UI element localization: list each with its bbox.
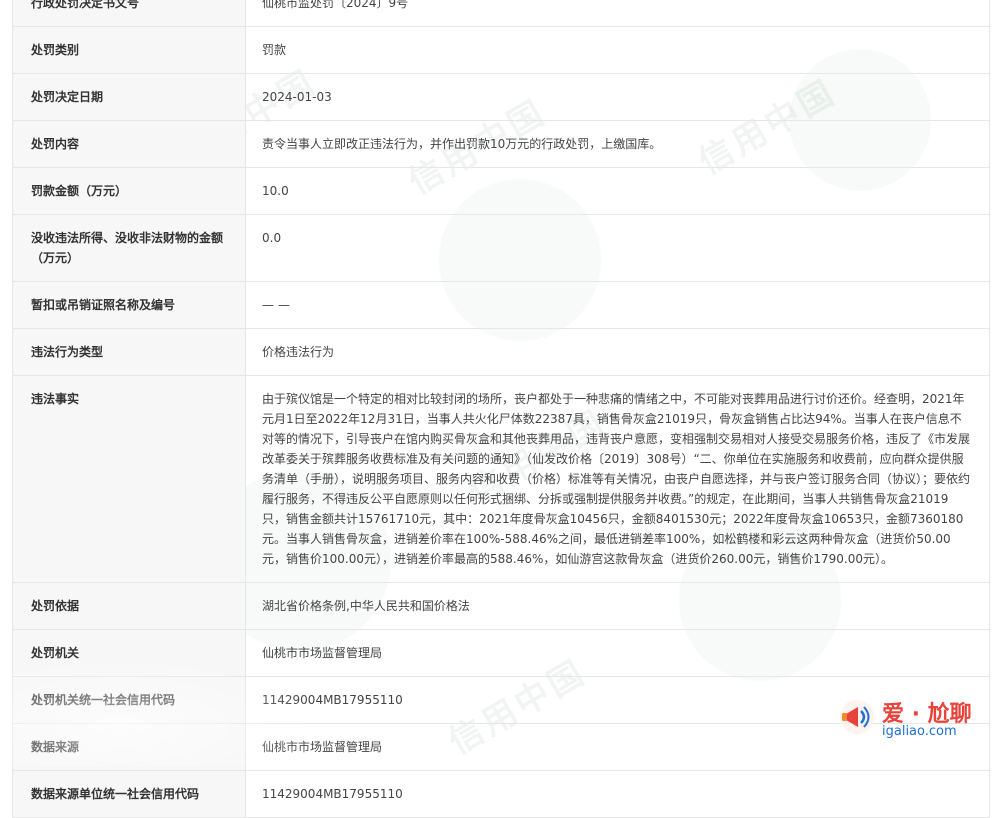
row-value: 11429004MB17955110 bbox=[245, 770, 990, 818]
row-value: 湖北省价格条例,中华人民共和国价格法 bbox=[245, 582, 990, 630]
row-label: 处罚依据 bbox=[12, 582, 246, 630]
row-label: 数据来源单位统一社会信用代码 bbox=[12, 770, 246, 818]
table-row: 处罚类别 罚款 bbox=[12, 26, 990, 74]
table-row: 违法事实 由于殡仪馆是一个特定的相对比较封闭的场所，丧户都处于一种悲痛的情绪之中… bbox=[12, 375, 990, 583]
table-row: 罚款金额（万元） 10.0 bbox=[12, 167, 990, 215]
row-value: 2024-01-03 bbox=[245, 73, 990, 121]
row-label: 违法事实 bbox=[12, 375, 246, 583]
row-value: 价格违法行为 bbox=[245, 328, 990, 376]
row-label: 数据来源 bbox=[12, 723, 246, 771]
row-label: 暂扣或吊销证照名称及编号 bbox=[12, 281, 246, 329]
table-row: 违法行为类型 价格违法行为 bbox=[12, 328, 990, 376]
logo-domain-text: igaliao.com bbox=[882, 724, 957, 739]
table-row: 数据来源单位统一社会信用代码 11429004MB17955110 bbox=[12, 770, 990, 818]
table-row: 没收违法所得、没收非法财物的金额（万元） 0.0 bbox=[12, 214, 990, 282]
row-value: — — bbox=[245, 281, 990, 329]
table-row: 行政处罚决定书文号 仙桃市监处罚〔2024〕9号 bbox=[12, 0, 990, 27]
row-value: 由于殡仪馆是一个特定的相对比较封闭的场所，丧户都处于一种悲痛的情绪之中，不可能对… bbox=[245, 375, 990, 583]
table-row: 处罚内容 责令当事人立即改正违法行为，并作出罚款10万元的行政处罚，上缴国库。 bbox=[12, 120, 990, 168]
row-value: 责令当事人立即改正违法行为，并作出罚款10万元的行政处罚，上缴国库。 bbox=[245, 120, 990, 168]
table-row: 处罚机关 仙桃市市场监督管理局 bbox=[12, 629, 990, 677]
site-logo: 爱 · 尬聊 igaliao.com bbox=[838, 694, 988, 744]
row-value: 仙桃市市场监督管理局 bbox=[245, 629, 990, 677]
row-label: 行政处罚决定书文号 bbox=[12, 0, 246, 27]
row-label: 处罚类别 bbox=[12, 26, 246, 74]
row-label: 处罚决定日期 bbox=[12, 73, 246, 121]
row-value: 0.0 bbox=[245, 214, 990, 282]
row-value: 10.0 bbox=[245, 167, 990, 215]
table-row: 暂扣或吊销证照名称及编号 — — bbox=[12, 281, 990, 329]
row-value: 罚款 bbox=[245, 26, 990, 74]
row-label: 没收违法所得、没收非法财物的金额（万元） bbox=[12, 214, 246, 282]
megaphone-icon bbox=[840, 700, 874, 734]
row-label: 处罚机关统一社会信用代码 bbox=[12, 676, 246, 724]
table-row: 处罚决定日期 2024-01-03 bbox=[12, 73, 990, 121]
row-label: 处罚内容 bbox=[12, 120, 246, 168]
row-label: 罚款金额（万元） bbox=[12, 167, 246, 215]
row-value: 仙桃市监处罚〔2024〕9号 bbox=[245, 0, 990, 27]
table-row: 处罚依据 湖北省价格条例,中华人民共和国价格法 bbox=[12, 582, 990, 630]
row-label: 违法行为类型 bbox=[12, 328, 246, 376]
row-label: 处罚机关 bbox=[12, 629, 246, 677]
